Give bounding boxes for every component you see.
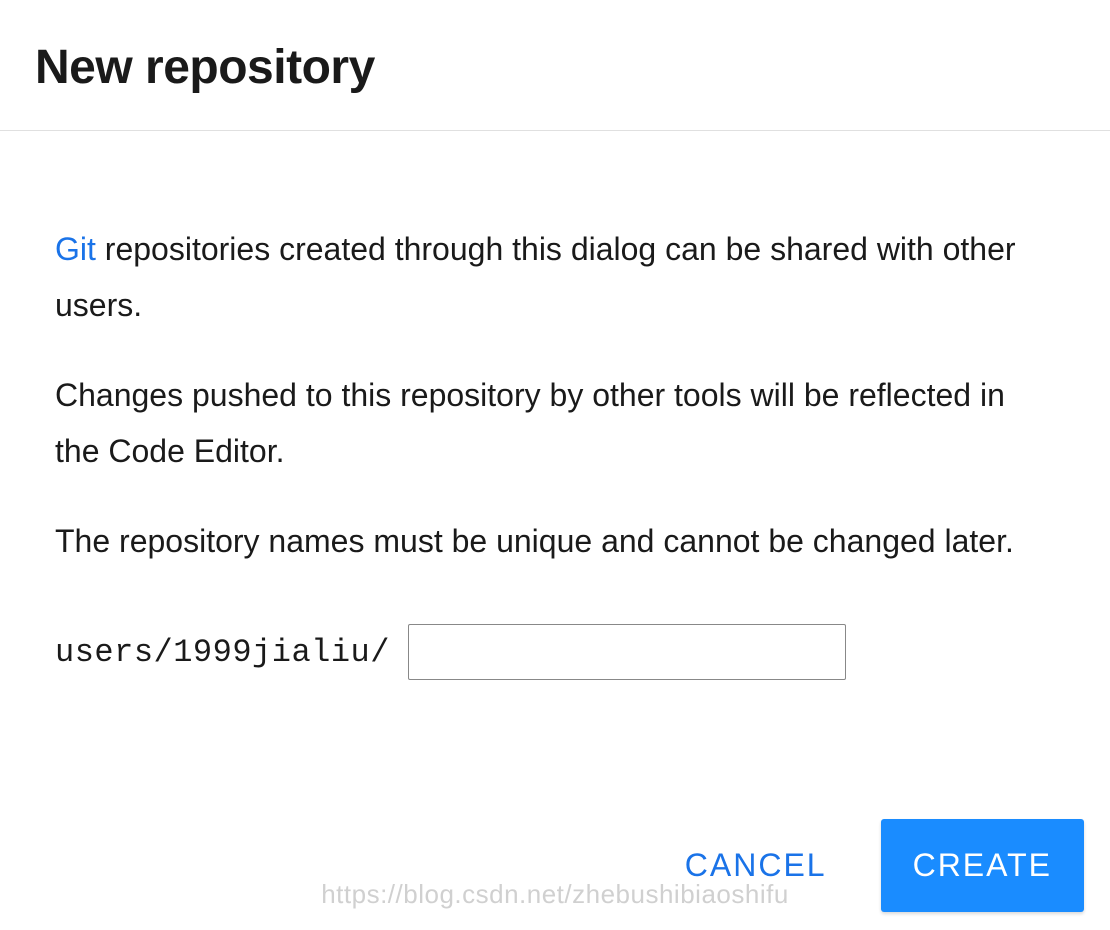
dialog-content: Git repositories created through this di… (0, 131, 1110, 720)
dialog-header: New repository (0, 0, 1110, 131)
description-block: Git repositories created through this di… (55, 221, 1055, 569)
description-para-1: Git repositories created through this di… (55, 221, 1055, 333)
cancel-button[interactable]: CANCEL (679, 837, 833, 894)
description-para-2: Changes pushed to this repository by oth… (55, 367, 1055, 479)
git-link[interactable]: Git (55, 231, 96, 267)
repo-input-row: users/1999jialiu/ (55, 624, 1055, 680)
dialog-title: New repository (35, 40, 1075, 95)
dialog-footer: CANCEL CREATE (679, 819, 1084, 912)
repo-name-input[interactable] (408, 624, 846, 680)
create-button[interactable]: CREATE (881, 819, 1084, 912)
description-para-1-rest: repositories created through this dialog… (55, 231, 1016, 323)
repo-path-prefix: users/1999jialiu/ (55, 634, 390, 671)
description-para-3: The repository names must be unique and … (55, 513, 1055, 569)
